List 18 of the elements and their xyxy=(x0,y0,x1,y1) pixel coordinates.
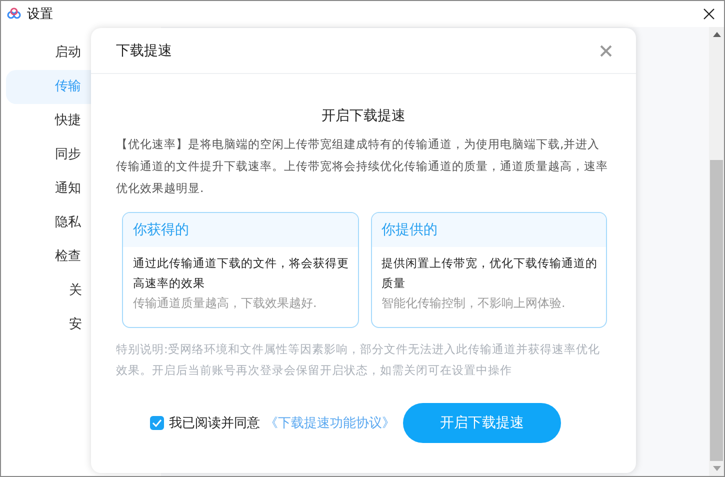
card-note: 智能化传输控制，不影响上网体验. xyxy=(382,295,566,312)
card-text: 通过此传输通道下载的文件，将会获得更高速率的效果 xyxy=(133,255,350,292)
card-note: 传输通道质量越高，下载效果越好. xyxy=(133,295,318,312)
card-title: 你获得的 xyxy=(133,221,189,239)
scrollbar[interactable] xyxy=(709,27,724,476)
dialog-title: 下载提速 xyxy=(116,42,172,60)
scroll-up-icon[interactable] xyxy=(712,32,720,37)
card-text: 提供闲置上传带宽，优化下载传输通道的质量 xyxy=(382,255,598,292)
close-icon[interactable] xyxy=(703,8,715,20)
card-title: 你提供的 xyxy=(382,221,438,239)
agree-label: 我已阅读并同意 xyxy=(169,415,260,432)
description: 【优化速率】是将电脑端的空闲上传带宽组建成特有的传输通道，为使用电脑端下载,并进入传输通道的文件提升下载速率。上传带宽将会持续优化传输通道的质量，通道质量越高，速率优化效果越明显. xyxy=(116,136,609,197)
scroll-down-icon[interactable] xyxy=(712,466,720,471)
window-title: 设置 xyxy=(27,6,53,23)
cloud-logo-icon xyxy=(7,7,21,21)
notice-text: 特别说明:受网络环境和文件属性等因素影响，部分文件无法进入此传输通道并获得速率优化效果。开启后当前账号再次登录会保留开启状态，如需关闭可在设置中操作 xyxy=(116,341,601,379)
heading: 开启下载提速 xyxy=(320,107,406,125)
agree-checkbox[interactable] xyxy=(150,416,164,430)
